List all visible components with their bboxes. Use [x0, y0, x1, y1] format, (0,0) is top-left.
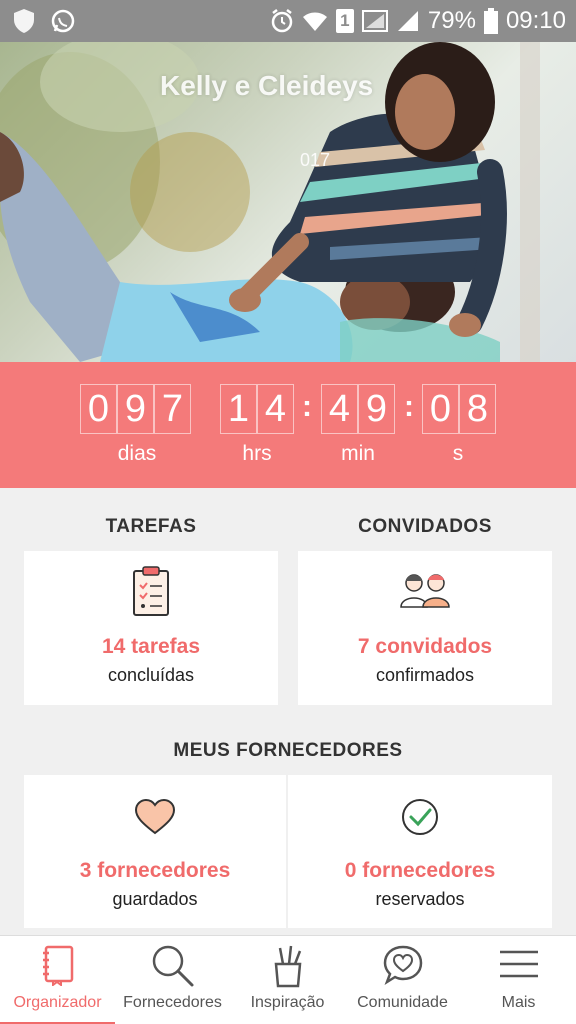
guests-people-icon: [398, 571, 452, 614]
hamburger-menu-icon: [498, 944, 540, 989]
countdown-seconds: 0 8: [422, 384, 496, 434]
bottom-navigation: Organizador Fornecedores Inspiração Comu…: [0, 935, 576, 1024]
countdown-separator: :: [404, 390, 414, 423]
countdown-separator: :: [302, 390, 312, 423]
countdown-days: 0 9 7: [80, 384, 191, 434]
clipboard-checklist-icon: [132, 565, 170, 622]
nav-comunidade-label: Comunidade: [357, 994, 448, 1011]
wifi-icon: [302, 9, 328, 33]
nav-fornecedores-label: Fornecedores: [123, 994, 222, 1011]
nav-comunidade[interactable]: Comunidade: [345, 936, 460, 1024]
countdown-digit: 1: [220, 384, 257, 434]
guests-status: confirmados: [375, 665, 475, 685]
tasks-heading: TAREFAS: [105, 516, 197, 537]
guests-card[interactable]: 7 convidados confirmados: [298, 551, 552, 705]
nav-mais[interactable]: Mais: [461, 936, 576, 1024]
notebook-icon: [41, 944, 75, 991]
status-bar: 1 79% 09:10: [0, 0, 576, 42]
vendors-heading: MEUS FORNECEDORES: [173, 740, 403, 761]
nav-inspiracao[interactable]: Inspiração: [230, 936, 345, 1024]
countdown-digit: 0: [422, 384, 459, 434]
countdown-digit: 9: [117, 384, 154, 434]
battery-icon: [483, 8, 498, 34]
nav-mais-label: Mais: [501, 994, 536, 1011]
countdown-digit: 9: [358, 384, 395, 434]
booked-vendors-status: reservados: [375, 889, 465, 909]
saved-vendors-status: guardados: [112, 889, 198, 909]
wedding-date-fragment: 017: [300, 150, 331, 170]
check-circle-icon: [400, 797, 440, 842]
countdown-seconds-label: s: [452, 442, 464, 465]
countdown-hours: 1 4: [220, 384, 294, 434]
nav-organizador-label: Organizador: [13, 994, 102, 1011]
tasks-card[interactable]: 14 tarefas concluídas: [24, 551, 278, 705]
signal-bars-icon: [396, 9, 420, 33]
couple-photo: Kelly e Cleideys 017: [0, 42, 576, 362]
countdown-days-label: dias: [117, 442, 157, 465]
countdown-digit: 0: [80, 384, 117, 434]
guests-heading: CONVIDADOS: [358, 516, 492, 537]
clock-time: 09:10: [505, 7, 566, 34]
alarm-icon: [270, 8, 294, 34]
booked-vendors-count: 0 fornecedores: [344, 859, 496, 882]
search-icon: [151, 944, 195, 993]
tasks-status: concluídas: [107, 665, 195, 685]
wedding-countdown: 0 9 7 1 4 : 4 9 : 0 8 dias hrs min s: [0, 362, 576, 488]
countdown-digit: 8: [459, 384, 496, 434]
guests-count: 7 convidados: [357, 635, 493, 658]
nav-organizador[interactable]: Organizador: [0, 936, 115, 1024]
couple-names-title: Kelly e Cleideys: [160, 70, 374, 101]
cup-pencils-icon: [271, 944, 305, 993]
sim-badge-icon: 1: [335, 9, 354, 33]
whatsapp-icon: [50, 8, 76, 34]
countdown-digit: 7: [154, 384, 191, 434]
chat-heart-icon: [382, 944, 424, 991]
heart-icon: [134, 798, 176, 840]
battery-percent: 79%: [427, 7, 476, 34]
countdown-digit: 4: [257, 384, 294, 434]
countdown-digit: 4: [321, 384, 358, 434]
tasks-count: 14 tarefas: [101, 635, 201, 658]
signal-icon: [361, 9, 388, 33]
countdown-minutes: 4 9: [321, 384, 395, 434]
saved-vendors-count: 3 fornecedores: [79, 859, 231, 882]
booked-vendors-card[interactable]: 0 fornecedores reservados: [288, 775, 552, 928]
shield-icon: [12, 8, 36, 34]
nav-inspiracao-label: Inspiração: [250, 994, 325, 1011]
saved-vendors-card[interactable]: 3 fornecedores guardados: [24, 775, 286, 928]
nav-fornecedores[interactable]: Fornecedores: [115, 936, 230, 1024]
